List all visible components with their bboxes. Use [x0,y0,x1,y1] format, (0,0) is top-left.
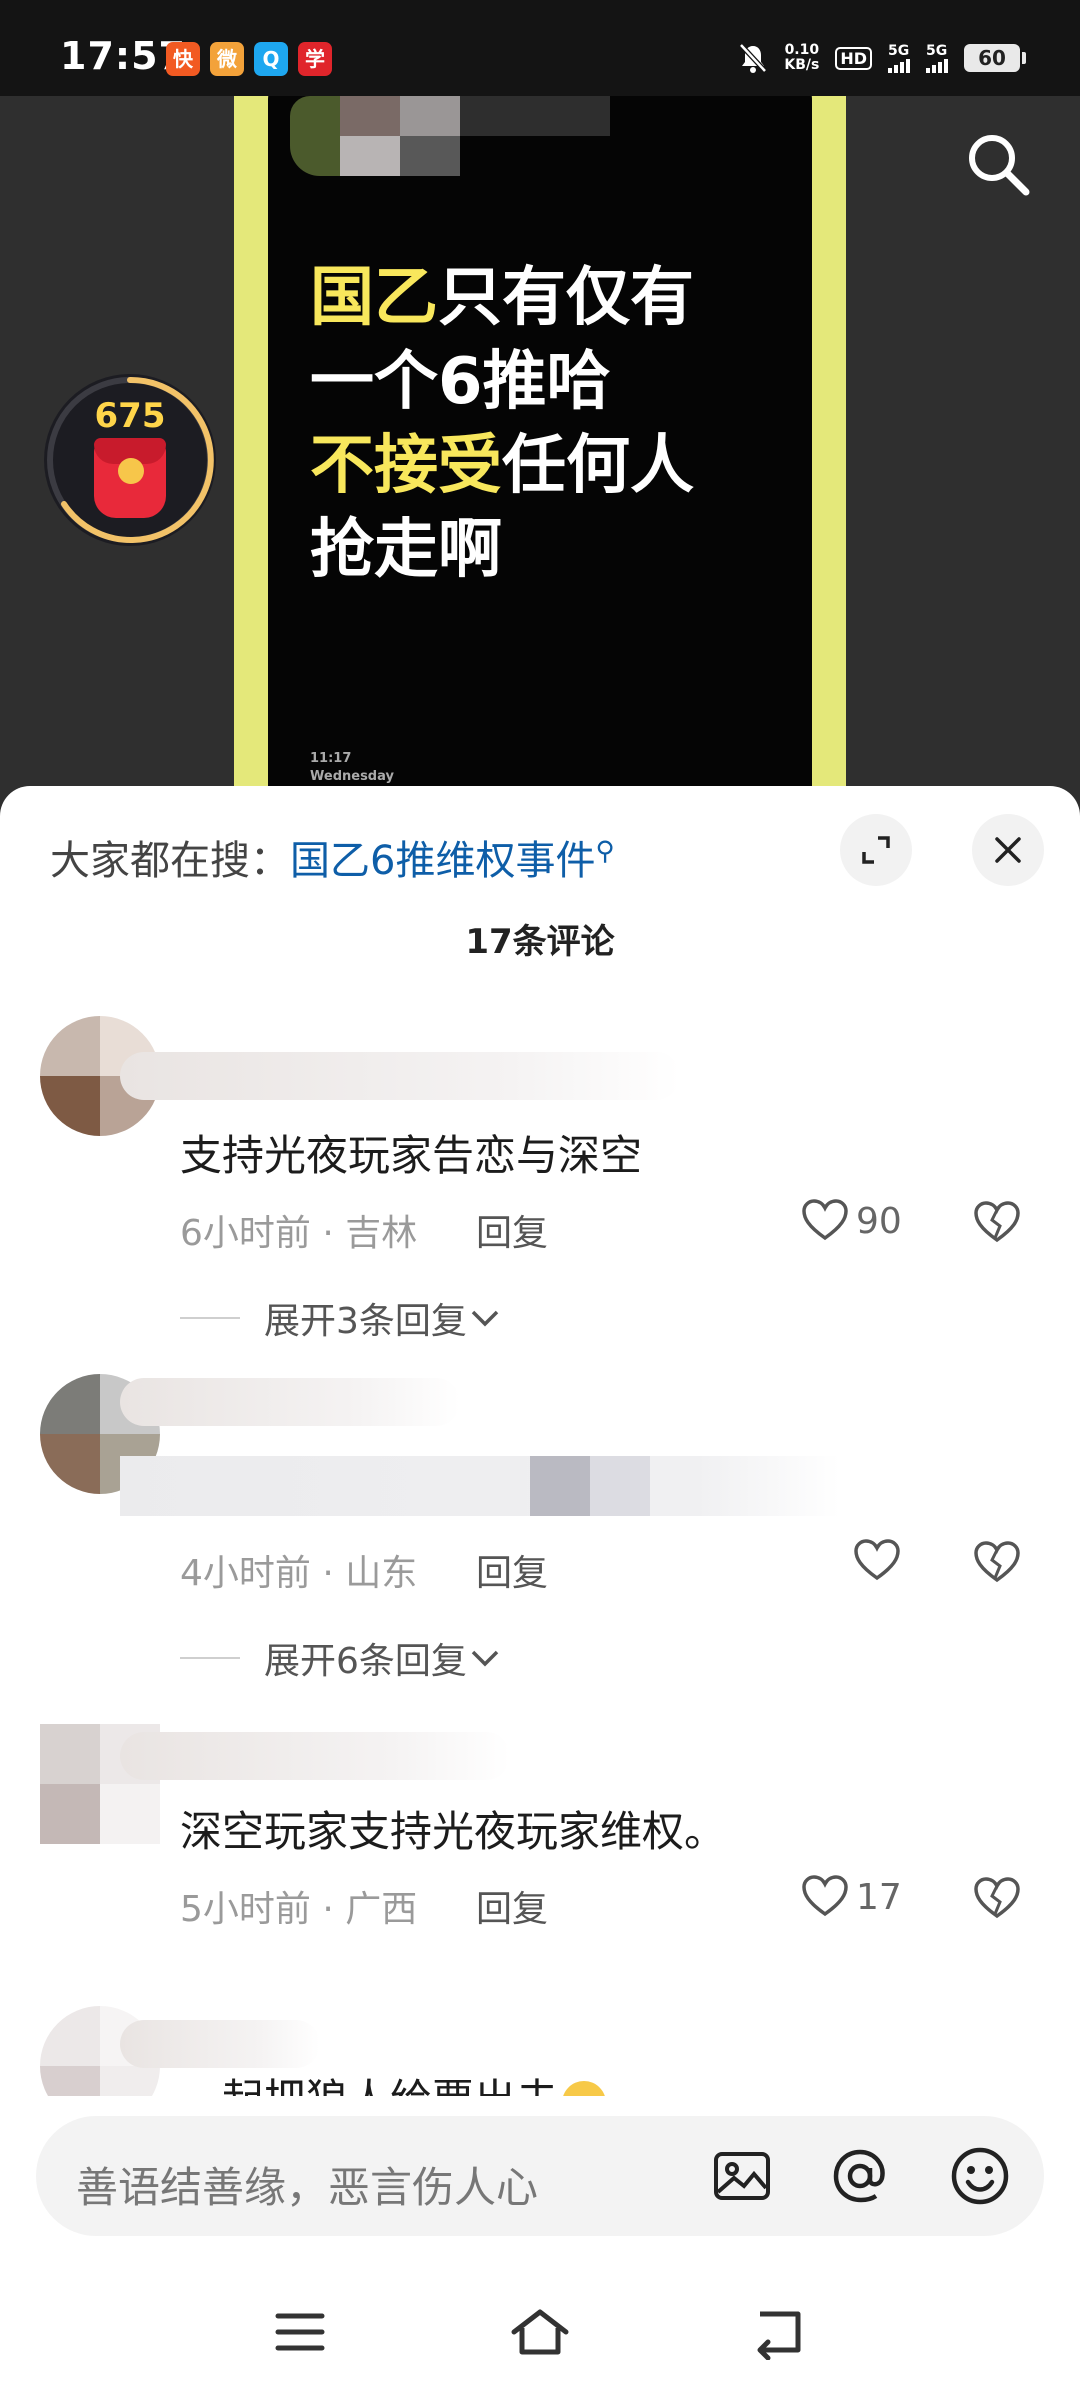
expand-replies[interactable]: 展开6条回复 [180,1632,503,1684]
comment-meta: 5小时前 · 广西 [180,1889,418,1930]
poster-timestamp: 11:17 Wednesday [310,751,394,784]
red-packet-count: 675 [94,396,166,436]
menu-icon[interactable] [268,2304,332,2360]
like-count: 90 [856,1200,902,1242]
status-bar: 17:57 快 微 Q 学 0.10 KB/s HD 5G 5G 60 [0,0,1080,96]
reply-button[interactable]: 回复 [476,1544,548,1596]
chevron-down-icon [471,1310,499,1327]
hot-search-banner: 大家都在搜：国乙6推维权事件⚲ [50,836,615,884]
battery-indicator: 60 [964,44,1026,72]
comment-text-blurred [120,1456,840,1516]
net-speed: 0.10 KB/s [784,42,820,73]
video-player[interactable]: 国乙只有仅有 一个6推哈 不接受任何人 抢走啊 11:17 Wednesday … [0,96,1080,816]
weibo-app-icon: 微 [210,42,244,76]
qq-app-icon: Q [254,42,288,76]
like-button[interactable]: 90 [800,1196,902,1246]
reply-button[interactable]: 回复 [476,1880,548,1932]
like-button[interactable]: 17 [800,1872,902,1922]
search-icon[interactable] [960,126,1036,202]
hd-indicator: HD [835,46,872,70]
image-icon[interactable] [710,2144,774,2208]
comment-sheet: 大家都在搜：国乙6推维权事件⚲ 17条评论 支持光夜玩家告恋与深空 6小时前 ·… [0,786,1080,2388]
comment-text: 深空玩家支持光夜玩家维权。 [180,1807,727,1856]
status-indicators: 0.10 KB/s HD 5G 5G 60 [738,38,1026,78]
comment-list[interactable]: 支持光夜玩家告恋与深空 6小时前 · 吉林 回复 90 展开3条回复 4小时前 … [0,996,1080,2096]
comment-meta: 6小时前 · 吉林 [180,1213,418,1254]
expand-button[interactable] [840,814,912,886]
mute-bell-icon [739,43,768,73]
signal-sim1: 5G [888,43,910,73]
comment-count: 17条评论 [465,922,615,962]
like-count: 17 [856,1876,902,1918]
comment-input[interactable]: 善语结善缘，恶言伤人心 [36,2116,1044,2236]
emoji-icon[interactable] [948,2144,1012,2208]
kuaishou-app-icon: 快 [166,42,200,76]
comment-text: 一起把狼人给票出去 [180,2066,607,2096]
broken-heart-icon[interactable] [972,1198,1022,1248]
close-icon [995,837,1021,863]
poster-text: 国乙只有仅有 一个6推哈 不接受任何人 抢走啊 [310,261,694,587]
at-icon[interactable] [828,2144,892,2208]
comment-text: 支持光夜玩家告恋与深空 [180,1131,643,1180]
close-button[interactable] [972,814,1044,886]
username-blurred[interactable] [120,1732,510,1780]
chevron-down-icon [471,1650,499,1667]
red-packet-icon [94,438,166,518]
broken-heart-icon[interactable] [972,1874,1022,1924]
input-placeholder: 善语结善缘，恶言伤人心 [76,2163,539,2212]
heart-icon [802,1199,848,1241]
heart-icon [802,1875,848,1917]
username-blurred[interactable] [120,1378,460,1426]
reply-button[interactable]: 回复 [476,1204,548,1256]
comment-meta: 4小时前 · 山东 [180,1553,418,1594]
blurred-region [290,96,610,176]
system-nav-bar [0,2276,1080,2388]
signal-sim2: 5G [926,43,948,73]
username-blurred[interactable] [120,2020,320,2068]
broken-heart-icon[interactable] [972,1538,1022,1588]
small-search-icon: ⚲ [595,836,615,867]
heart-icon [854,1539,900,1581]
expand-replies[interactable]: 展开3条回复 [180,1292,503,1344]
crying-emoji-icon [562,2080,607,2096]
expand-icon [862,836,890,864]
back-icon[interactable] [748,2304,812,2360]
hot-search-keyword[interactable]: 国乙6推维权事件 [290,838,595,884]
xuexi-app-icon: 学 [298,42,332,76]
red-packet-widget[interactable]: 675 [44,374,216,546]
username-blurred[interactable] [120,1052,680,1100]
home-icon[interactable] [508,2304,572,2360]
like-button[interactable] [852,1536,908,1586]
